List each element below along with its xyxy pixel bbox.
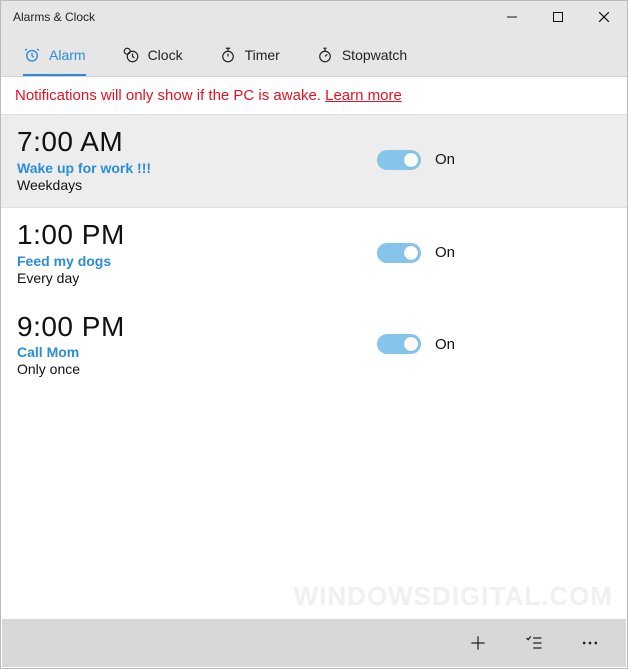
toggle-state: On	[435, 244, 455, 261]
tab-label: Stopwatch	[342, 47, 407, 63]
tab-clock[interactable]: Clock	[122, 33, 183, 76]
window-title: Alarms & Clock	[13, 10, 489, 24]
alarm-time: 9:00 PM	[17, 312, 377, 343]
toggle-knob	[404, 246, 418, 260]
maximize-icon	[553, 12, 563, 22]
alarm-toggle[interactable]	[377, 150, 421, 170]
alarms-list: 7:00 AM Wake up for work !!! Weekdays On…	[1, 115, 627, 391]
more-button[interactable]	[576, 629, 604, 657]
alarm-repeat: Only once	[17, 361, 377, 377]
toggle-state: On	[435, 151, 455, 168]
close-icon	[599, 12, 609, 22]
window-controls	[489, 1, 627, 33]
tab-label: Clock	[148, 47, 183, 63]
alarm-info: 1:00 PM Feed my dogs Every day	[17, 220, 377, 286]
toggle-knob	[404, 337, 418, 351]
clock-icon	[122, 46, 140, 64]
more-icon	[580, 633, 600, 653]
command-bar	[2, 619, 626, 667]
alarm-name: Wake up for work !!!	[17, 160, 377, 176]
tab-label: Timer	[245, 47, 280, 63]
titlebar: Alarms & Clock	[1, 1, 627, 33]
alarm-toggle[interactable]	[377, 334, 421, 354]
alarm-name: Call Mom	[17, 344, 377, 360]
learn-more-link[interactable]: Learn more	[325, 87, 402, 104]
tab-bar: Alarm Clock Timer Stopwatch	[1, 33, 627, 77]
timer-icon	[219, 46, 237, 64]
add-alarm-button[interactable]	[464, 629, 492, 657]
stopwatch-icon	[316, 46, 334, 64]
tab-timer[interactable]: Timer	[219, 33, 280, 76]
alarm-toggle-wrap: On	[377, 150, 455, 170]
notification-banner: Notifications will only show if the PC i…	[1, 77, 627, 115]
select-alarms-button[interactable]	[520, 629, 548, 657]
tab-alarm[interactable]: Alarm	[23, 33, 86, 76]
alarm-toggle-wrap: On	[377, 243, 455, 263]
minimize-button[interactable]	[489, 1, 535, 33]
alarm-info: 7:00 AM Wake up for work !!! Weekdays	[17, 127, 377, 193]
maximize-button[interactable]	[535, 1, 581, 33]
plus-icon	[468, 633, 488, 653]
tab-stopwatch[interactable]: Stopwatch	[316, 33, 407, 76]
toggle-state: On	[435, 336, 455, 353]
notice-text: Notifications will only show if the PC i…	[15, 87, 325, 104]
alarm-toggle-wrap: On	[377, 334, 455, 354]
alarm-time: 1:00 PM	[17, 220, 377, 251]
alarm-item[interactable]: 9:00 PM Call Mom Only once On	[1, 300, 627, 392]
alarm-info: 9:00 PM Call Mom Only once	[17, 312, 377, 378]
alarm-icon	[23, 46, 41, 64]
minimize-icon	[507, 12, 517, 22]
alarm-name: Feed my dogs	[17, 253, 377, 269]
alarm-toggle[interactable]	[377, 243, 421, 263]
tab-label: Alarm	[49, 47, 86, 63]
alarm-repeat: Weekdays	[17, 177, 377, 193]
alarm-item[interactable]: 7:00 AM Wake up for work !!! Weekdays On	[1, 115, 627, 208]
watermark: WINDOWSDIGITAL.COM	[294, 581, 613, 612]
toggle-knob	[404, 153, 418, 167]
alarm-repeat: Every day	[17, 270, 377, 286]
close-button[interactable]	[581, 1, 627, 33]
alarm-time: 7:00 AM	[17, 127, 377, 158]
alarm-item[interactable]: 1:00 PM Feed my dogs Every day On	[1, 208, 627, 300]
list-check-icon	[524, 633, 544, 653]
